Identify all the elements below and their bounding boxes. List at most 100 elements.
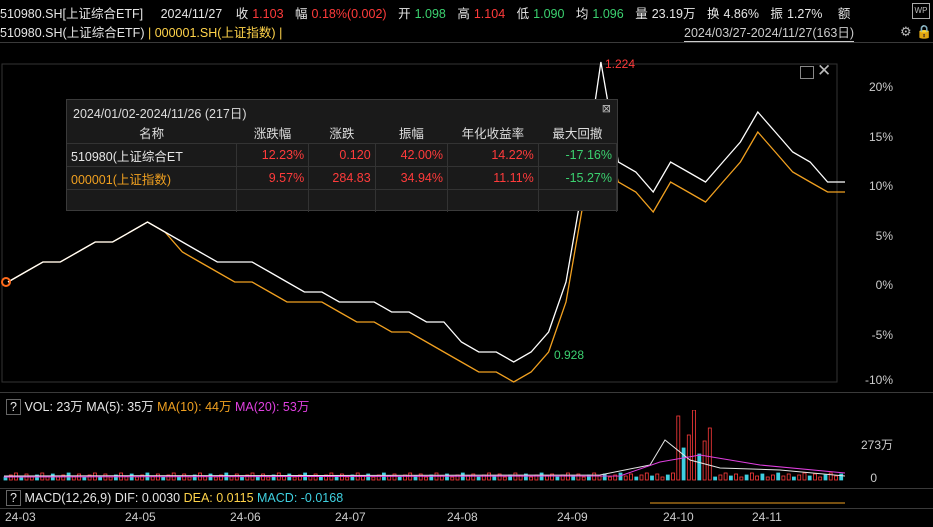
- compare-sep2: |: [279, 26, 283, 40]
- volume-bar: [345, 476, 350, 481]
- volume-bar: [797, 474, 802, 481]
- amount-label: 额: [837, 7, 851, 21]
- volume-bar: [828, 472, 833, 481]
- volume-bar: [839, 473, 844, 481]
- maximize-icon[interactable]: [800, 66, 814, 79]
- volume-bar: [771, 474, 775, 481]
- volume-bar: [108, 476, 113, 481]
- y-tick: -5%: [871, 328, 893, 342]
- volume-bar: [818, 476, 823, 481]
- date-range[interactable]: 2024/03/27-2024/11/27(163日): [684, 22, 855, 42]
- volume-bar: [371, 476, 376, 481]
- y-tick: 0%: [875, 278, 893, 292]
- y-tick: -10%: [864, 373, 893, 387]
- volume-bar: [424, 476, 428, 481]
- volume-bar: [476, 476, 481, 481]
- volume-bar: [813, 473, 817, 481]
- volume-bar: [134, 476, 139, 481]
- volume-bar: [608, 476, 612, 481]
- macd-chart[interactable]: [0, 498, 933, 508]
- volume-bar: [692, 410, 696, 481]
- row-pct: 12.23%: [236, 143, 310, 167]
- x-tick: 24-06: [230, 510, 261, 524]
- open-value: 1.098: [414, 7, 446, 21]
- avg-value: 1.096: [592, 7, 624, 21]
- volume-bar: [292, 476, 297, 481]
- volume-bar: [823, 474, 828, 481]
- volume-bar: [807, 475, 812, 481]
- volume-bar: [750, 472, 754, 481]
- volume-bar: [707, 427, 712, 481]
- volume-bar: [529, 476, 533, 481]
- volume-bar: [629, 473, 633, 481]
- settings-icon[interactable]: ⚙: [900, 24, 912, 40]
- compare-bar: 510980.SH(上证综合ETF) | 000001.SH(上证指数) |: [0, 22, 282, 40]
- volume-bar: [713, 476, 717, 481]
- x-tick: 24-03: [5, 510, 36, 524]
- volume-bar: [397, 476, 402, 481]
- close-value: 1.103: [252, 7, 284, 21]
- volume-bar: [555, 476, 560, 481]
- volume-bar: [802, 472, 807, 481]
- row-pct: 9.57%: [236, 166, 310, 190]
- volume-bar: [213, 476, 218, 481]
- volume-bar: [639, 474, 644, 481]
- x-tick: 24-11: [752, 510, 782, 524]
- compare-main[interactable]: 510980.SH(上证综合ETF): [0, 26, 144, 40]
- y-tick: 20%: [868, 80, 893, 94]
- volume-bar: [834, 475, 838, 481]
- volume-bar: [571, 475, 576, 481]
- quote-date: 2024/11/27: [160, 7, 223, 21]
- amp-label: 幅: [295, 7, 308, 21]
- high-value: 1.104: [473, 7, 506, 21]
- x-tick: 24-10: [663, 510, 694, 524]
- row-amp: 34.94%: [375, 166, 448, 190]
- volume-bar: [665, 474, 670, 481]
- row-name: 000001(上证指数): [67, 166, 237, 190]
- volume-bar: [240, 476, 244, 481]
- symbol-name: 510980.SH[上证综合ETF]: [0, 7, 144, 21]
- volume-bar: [681, 447, 686, 481]
- volume-bar: [739, 476, 744, 481]
- high-annotation: 1.224: [605, 57, 636, 71]
- col-header: 名称: [139, 127, 165, 141]
- lock-icon[interactable]: 🔒: [916, 24, 932, 40]
- volume-bar: [187, 476, 192, 481]
- volume-bar: [82, 476, 87, 481]
- quote-header: 510980.SH[上证综合ETF] 2024/11/27 收 1.103 幅 0.…: [0, 3, 854, 21]
- volume-value: 23.19万: [651, 7, 696, 21]
- row-ann: 14.22%: [447, 143, 539, 167]
- volume-bar: [650, 475, 654, 481]
- close-icon[interactable]: ✕: [817, 61, 831, 81]
- col-header: 年化收益率: [461, 127, 525, 141]
- vol-label: 量: [635, 7, 648, 21]
- price-chart[interactable]: [0, 42, 933, 392]
- open-label: 开: [398, 7, 411, 21]
- y-tick: 10%: [868, 179, 893, 193]
- table-row: 510980(上证综合ET 12.23% 0.120 42.00% 14.22%…: [67, 143, 618, 167]
- swing-label: 振: [770, 7, 783, 21]
- volume-bar: [581, 476, 586, 481]
- volume-bar: [702, 440, 707, 481]
- volume-bar: [450, 476, 455, 481]
- wp-icon[interactable]: WP: [912, 3, 930, 19]
- table-row: 000001(上证指数) 9.57% 284.83 34.94% 11.11% …: [67, 166, 618, 190]
- turnover-value: 4.86%: [723, 7, 759, 21]
- volume-bar: [792, 476, 796, 481]
- low-annotation: 0.928: [554, 348, 585, 362]
- volume-chart[interactable]: [0, 410, 933, 485]
- volume-bar: [655, 473, 660, 481]
- volume-bar: [502, 476, 507, 481]
- volume-bar: [602, 473, 607, 481]
- compare-other[interactable]: 000001.SH(上证指数): [155, 26, 276, 40]
- change-value: 0.18%(0.002): [311, 7, 387, 21]
- swing-value: 1.27%: [786, 7, 823, 21]
- volume-bar: [161, 476, 166, 481]
- vol-axis-top: 273万: [860, 438, 893, 452]
- stats-table: 名称 涨跌幅 涨跌 振幅 年化收益率 最大回撤 510980(上证综合ET 12…: [67, 122, 618, 212]
- range-stats-panel: 2024/01/02-2024/11/26 (217日) ⊠ 名称 涨跌幅 涨跌…: [66, 99, 618, 212]
- close-icon[interactable]: ⊠: [602, 102, 611, 115]
- volume-bar: [644, 472, 649, 481]
- x-tick: 24-05: [125, 510, 156, 524]
- row-amp: 42.00%: [375, 143, 448, 167]
